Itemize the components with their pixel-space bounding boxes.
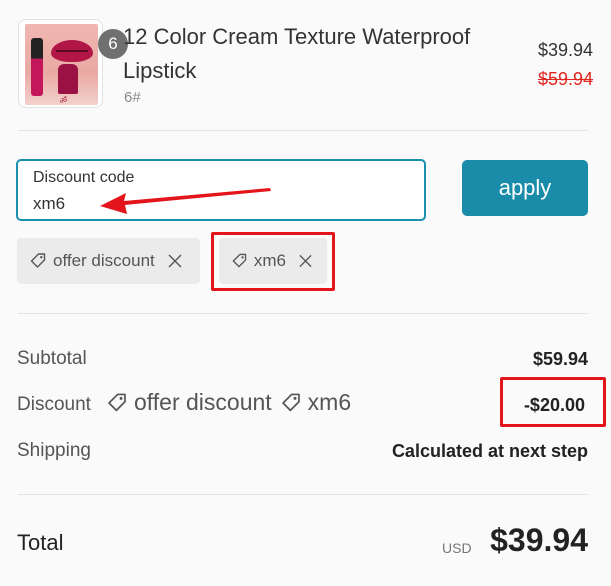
divider <box>18 494 588 495</box>
product-variant: 6# <box>124 89 141 106</box>
annotation-highlight-box <box>500 377 606 427</box>
product-price: $39.94 <box>537 40 593 60</box>
product-title: 12 Color Cream Texture Waterproof Lipsti… <box>123 24 471 83</box>
currency-code: USD <box>442 540 472 556</box>
product-thumbnail: ॐ <box>18 19 103 108</box>
chip-label: offer discount <box>53 251 155 270</box>
shipping-value: Calculated at next step <box>391 441 588 461</box>
discount-code-name: offer discount <box>134 389 272 415</box>
lipstick-image: ॐ <box>25 24 98 105</box>
divider <box>18 130 588 131</box>
subtotal-value: $59.94 <box>532 349 588 369</box>
annotation-arrow <box>100 188 271 214</box>
discount-codes-list: offer discount xm6 <box>106 389 351 416</box>
applied-discount-chip: offer discount <box>17 238 200 284</box>
total-value: $39.94 <box>490 522 588 558</box>
discount-code-name: xm6 <box>307 389 352 415</box>
tag-icon <box>108 393 126 411</box>
tag-icon <box>30 253 46 268</box>
annotation-highlight-box <box>211 232 335 291</box>
subtotal-label: Subtotal <box>17 348 87 369</box>
shipping-label: Shipping <box>17 440 91 461</box>
total-label: Total <box>17 530 64 555</box>
order-line-item: ॐ 6 12 Color Cream Texture Waterproof Li… <box>18 19 593 109</box>
discount-code-value[interactable]: xm6 <box>33 194 65 214</box>
discount-label: Discount <box>17 394 91 415</box>
remove-discount-close-icon[interactable] <box>167 253 183 269</box>
tag-icon <box>281 393 300 411</box>
divider <box>18 313 588 314</box>
apply-button[interactable]: apply <box>462 160 588 216</box>
product-original-price: $59.94 <box>537 69 593 89</box>
